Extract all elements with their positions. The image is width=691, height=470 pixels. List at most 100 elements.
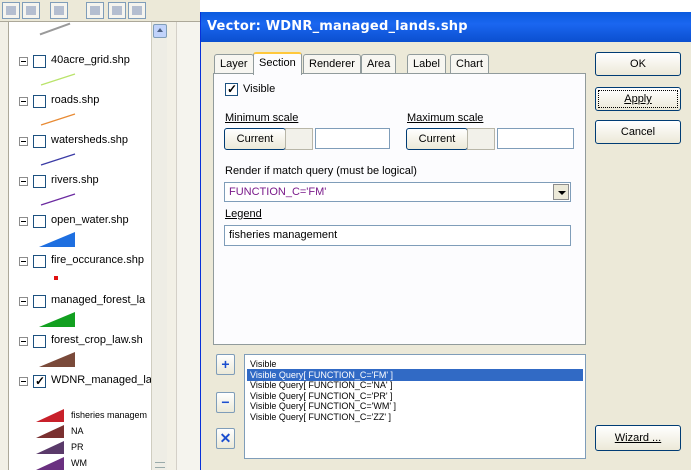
layer-name: fire_occurance.shp: [51, 254, 144, 266]
toc-layer-item[interactable]: managed_forest_la: [9, 290, 159, 330]
layer-symbol-icon: [40, 193, 76, 206]
max-scale-current-button[interactable]: Current: [406, 128, 468, 150]
toc-layer-item[interactable]: rivers.shp: [9, 170, 159, 210]
layer-visibility-checkbox[interactable]: [33, 95, 46, 108]
legend-swatch-icon: [36, 425, 64, 438]
toc-layer-item[interactable]: roads.shp: [9, 90, 159, 130]
layer-name: 40acre_grid.shp: [51, 54, 130, 66]
legend-entry-label: WM: [71, 458, 87, 468]
max-scale-spacer: [467, 128, 495, 150]
legend-label: Legend: [225, 208, 262, 220]
min-scale-label: Minimum scale: [225, 112, 299, 124]
minus-icon: −: [221, 394, 230, 410]
layer-symbol-icon: [39, 352, 75, 367]
min-scale-current-button[interactable]: Current: [224, 128, 286, 150]
layer-visibility-checkbox[interactable]: [33, 135, 46, 148]
ok-button[interactable]: OK: [595, 52, 681, 76]
legend-entry-label: fisheries managem: [71, 410, 148, 420]
dialog-title: Vector: WDNR_managed_lands.shp: [207, 19, 468, 34]
tab-section[interactable]: Section: [253, 52, 302, 75]
layer-visibility-checkbox[interactable]: [33, 295, 46, 308]
pan-icon[interactable]: [128, 2, 146, 19]
layer-visibility-checkbox[interactable]: [33, 374, 46, 388]
tab-renderer[interactable]: Renderer: [303, 54, 361, 74]
toc-layer-item[interactable]: 40acre_grid.shp: [9, 50, 159, 90]
max-scale-label: Maximum scale: [407, 112, 484, 124]
legend-swatch-icon: [36, 457, 64, 470]
save-icon[interactable]: [2, 2, 20, 19]
dialog-titlebar[interactable]: Vector: WDNR_managed_lands.shp: [201, 12, 691, 42]
layer-symbol-icon: [39, 232, 75, 247]
layer-symbol-icon: [40, 153, 76, 166]
toc-layer-item[interactable]: fire_occurance.shp: [9, 250, 159, 290]
collapse-icon[interactable]: [19, 57, 28, 66]
layer-visibility-checkbox[interactable]: [33, 175, 46, 188]
legend-swatch-icon: [36, 441, 64, 454]
toc-layer-item[interactable]: WDNR_managed_la: [9, 370, 159, 410]
legend-entry-label: PR: [71, 442, 84, 452]
legend-input[interactable]: fisheries management: [224, 225, 571, 246]
truncated-layer-symbol: [39, 22, 71, 36]
layer-symbol-icon: [39, 312, 75, 327]
collapse-icon[interactable]: [19, 257, 28, 266]
dropdown-arrow-icon[interactable]: [553, 184, 569, 200]
legend-swatch-icon: [36, 409, 64, 422]
scroll-up-arrow-icon[interactable]: [153, 24, 167, 38]
add-section-button[interactable]: +: [216, 354, 235, 375]
layer-name: WDNR_managed_la: [51, 374, 152, 386]
plus-icon: +: [221, 356, 230, 372]
collapse-icon[interactable]: [19, 337, 28, 346]
zoom-icon[interactable]: [108, 2, 126, 19]
toc-layer-item[interactable]: watersheds.shp: [9, 130, 159, 170]
host-toolbar: [0, 0, 200, 22]
collapse-icon[interactable]: [19, 97, 28, 106]
visible-checkbox[interactable]: [225, 82, 238, 96]
collapse-icon[interactable]: [19, 177, 28, 186]
map-area: [176, 22, 200, 470]
min-scale-input[interactable]: [315, 128, 390, 149]
vector-properties-dialog: Vector: WDNR_managed_lands.shp Layer Sec…: [200, 12, 691, 470]
delete-section-button[interactable]: ✕: [216, 428, 235, 449]
layer-name: open_water.shp: [51, 214, 129, 226]
layer-visibility-checkbox[interactable]: [33, 255, 46, 268]
min-scale-spacer: [285, 128, 313, 150]
toc-scrollbar[interactable]: [151, 22, 167, 470]
layer-visibility-checkbox[interactable]: [33, 55, 46, 68]
layer-add-icon[interactable]: [86, 2, 104, 19]
collapse-icon[interactable]: [19, 217, 28, 226]
section-list-item[interactable]: Visible Query[ FUNCTION_C='ZZ' ]: [247, 411, 391, 423]
toc-layer-item[interactable]: forest_crop_law.sh: [9, 330, 159, 370]
layer-name: roads.shp: [51, 94, 100, 106]
host-application: 40acre_grid.shp roads.shp watersheds.shp ri…: [0, 0, 200, 470]
tab-area[interactable]: Area: [361, 54, 397, 74]
query-combobox[interactable]: FUNCTION_C='FM': [224, 182, 571, 202]
collapse-icon[interactable]: [19, 297, 28, 306]
collapse-icon[interactable]: [19, 377, 28, 386]
open-icon[interactable]: [22, 2, 40, 19]
sections-listbox[interactable]: Visible Visible Query[ FUNCTION_C='FM' ] V…: [244, 354, 586, 459]
query-value: FUNCTION_C='FM': [229, 186, 327, 198]
layer-visibility-checkbox[interactable]: [33, 335, 46, 348]
tab-chart[interactable]: Chart: [450, 54, 489, 74]
section-tab-panel: Visible Minimum scale Current Maximum sc…: [213, 73, 586, 345]
layer-icon[interactable]: [50, 2, 68, 19]
close-icon: ✕: [219, 430, 232, 446]
layer-name: watersheds.shp: [51, 134, 129, 146]
layer-name: managed_forest_la: [51, 294, 146, 306]
scroll-grip[interactable]: [155, 462, 165, 468]
visible-label: Visible: [243, 83, 276, 95]
tab-label[interactable]: Label: [407, 54, 446, 74]
tab-layer[interactable]: Layer: [214, 54, 254, 74]
layer-name: rivers.shp: [51, 174, 99, 186]
toc-layer-item[interactable]: open_water.shp: [9, 210, 159, 250]
wizard-button[interactable]: Wizard ...: [595, 425, 681, 451]
layer-visibility-checkbox[interactable]: [33, 215, 46, 228]
max-scale-input[interactable]: [497, 128, 574, 149]
layer-symbol-icon: [40, 73, 76, 86]
cancel-button[interactable]: Cancel: [595, 120, 681, 144]
legend-entry-label: NA: [71, 426, 84, 436]
layer-symbol-icon: [40, 113, 76, 126]
apply-button[interactable]: Apply: [595, 87, 681, 111]
remove-section-button[interactable]: −: [216, 392, 235, 413]
collapse-icon[interactable]: [19, 137, 28, 146]
